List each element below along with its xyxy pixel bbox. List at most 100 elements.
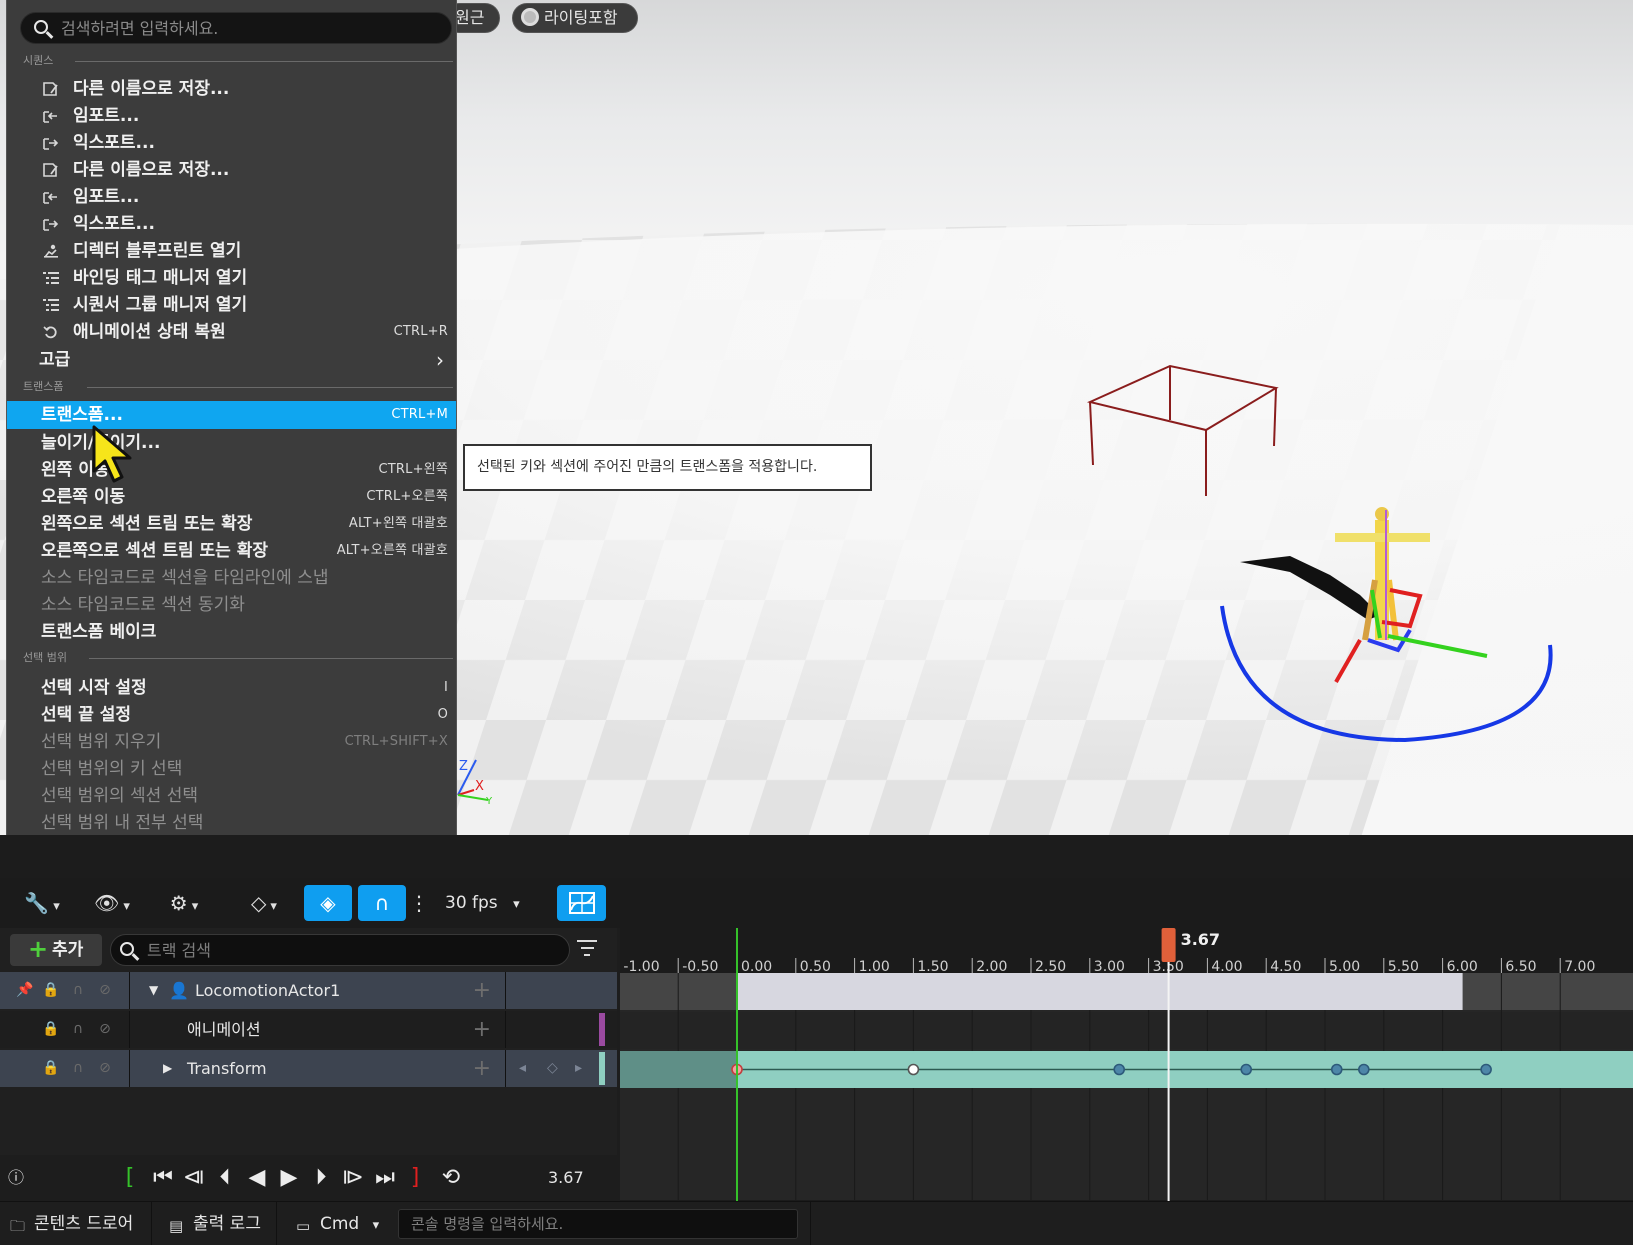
menu-item-label: 고급: [39, 350, 71, 370]
chevron-down-icon: ▾: [513, 897, 520, 912]
playback-options-dropdown[interactable]: ⚙ ▾: [158, 885, 210, 921]
play-reverse-icon[interactable]: ◀: [244, 1163, 270, 1193]
current-time-display[interactable]: 3.67: [548, 1155, 584, 1201]
menu-item-import[interactable]: 임포트...: [7, 102, 456, 130]
playback-end-marker-icon[interactable]: ]: [406, 1163, 424, 1193]
track-row-transform[interactable]: 🔒 ∩ ⊘ ▶ Transform + ◂ ◇ ▸: [0, 1050, 617, 1087]
add-section-plus-icon[interactable]: +: [473, 1050, 491, 1087]
add-key-icon[interactable]: ◇: [547, 1050, 558, 1087]
auto-key-toggle[interactable]: ◈: [304, 885, 352, 921]
pin-icon[interactable]: 📌: [16, 982, 33, 998]
fps-selector[interactable]: 30 fps ▾: [445, 885, 520, 921]
previous-key-icon[interactable]: ◂: [519, 1050, 526, 1087]
mouse-cursor-icon: [92, 425, 132, 483]
menu-item-label: 소스 타임코드로 섹션을 타임라인에 스냅: [41, 568, 329, 588]
solo-icon[interactable]: ∩: [70, 982, 86, 998]
add-section-plus-icon[interactable]: +: [473, 1011, 491, 1048]
next-key-icon[interactable]: ⧐: [340, 1163, 366, 1193]
menu-item-trim-extend-left[interactable]: 왼쪽으로 섹션 트림 또는 확장 ALT+왼쪽 대괄호: [7, 510, 456, 538]
solo-icon[interactable]: ∩: [70, 1060, 86, 1076]
snap-toggle[interactable]: ∩: [358, 885, 406, 921]
statusbar-divider: [810, 1202, 811, 1245]
timeline-area[interactable]: -1.00-1.00-0.50-0.500.000.000.500.501.00…: [620, 928, 1633, 1245]
playhead-time-label: 3.67: [1181, 930, 1220, 949]
expand-chevron-icon[interactable]: ▶: [163, 1050, 172, 1087]
menu-item-set-selection-end[interactable]: 선택 끝 설정 O: [7, 701, 456, 729]
menu-search-input[interactable]: [61, 16, 441, 40]
chevron-down-icon: ▾: [270, 899, 277, 914]
menu-item-export-2[interactable]: 익스포트...: [7, 210, 456, 238]
mute-icon[interactable]: ⊘: [97, 982, 113, 998]
solo-icon[interactable]: ∩: [70, 1021, 86, 1037]
menu-item-open-binding-tag-manager[interactable]: 바인딩 태그 매니저 열기: [7, 264, 456, 292]
menu-item-restore-animation-state[interactable]: 애니메이션 상태 복원 CTRL+R: [7, 318, 456, 346]
more-vertical-icon: ⋮: [409, 891, 429, 915]
content-drawer-button[interactable]: 🗀 콘텐츠 드로어: [0, 1202, 152, 1245]
jump-to-start-icon[interactable]: ⏮: [150, 1163, 176, 1193]
menu-item-trim-extend-right[interactable]: 오른쪽으로 섹션 트림 또는 확장 ALT+오른쪽 대괄호: [7, 537, 456, 565]
track-color-tag: [599, 1013, 605, 1046]
log-icon: ▤: [169, 1217, 184, 1235]
track-color-tag: [599, 1052, 605, 1085]
actor-icon: 👤: [169, 981, 189, 1000]
menu-item-label: 선택 범위 지우기: [41, 732, 162, 752]
view-options-dropdown[interactable]: 👁 ▾: [86, 885, 138, 921]
console-command-box[interactable]: [398, 1209, 798, 1239]
key-options-dropdown[interactable]: ◇ ▾: [238, 885, 290, 921]
info-icon[interactable]: ⓘ: [6, 1163, 26, 1193]
menu-item-import-2[interactable]: 임포트...: [7, 183, 456, 211]
ruler-tick-label: -0.50: [682, 959, 718, 975]
menu-item-set-selection-start[interactable]: 선택 시작 설정 I: [7, 674, 456, 702]
track-search-box[interactable]: [110, 934, 570, 966]
menu-item-open-director-blueprint[interactable]: 디렉터 블루프린트 열기: [7, 237, 456, 265]
jump-to-end-icon[interactable]: ⏭: [372, 1163, 398, 1193]
step-forward-icon[interactable]: ⏵: [308, 1163, 334, 1193]
expand-chevron-icon[interactable]: ▼: [149, 972, 158, 1009]
more-options-button[interactable]: ⋮: [409, 885, 429, 921]
lock-icon[interactable]: 🔒: [42, 1021, 59, 1037]
track-row-actor[interactable]: 📌 🔒 ∩ ⊘ ▼ 👤 LocomotionActor1 +: [0, 972, 617, 1009]
actor-section-bar: [737, 973, 1463, 1010]
mute-icon[interactable]: ⊘: [97, 1021, 113, 1037]
lock-icon[interactable]: 🔒: [42, 982, 59, 998]
track-name-cell: 애니메이션 +: [131, 1011, 506, 1048]
tools-dropdown[interactable]: 🔧 ▾: [18, 885, 66, 921]
console-command-input[interactable]: [411, 1213, 786, 1235]
menu-search-box[interactable]: [20, 12, 452, 44]
add-track-button[interactable]: + 추가: [10, 934, 102, 966]
curve-editor-button[interactable]: [557, 885, 606, 921]
menu-item-open-group-manager[interactable]: 시퀀서 그룹 매니저 열기: [7, 291, 456, 319]
previous-key-icon[interactable]: ⧏: [181, 1163, 207, 1193]
menu-item-save-as-2[interactable]: 다른 이름으로 저장...: [7, 156, 456, 184]
cmd-dropdown[interactable]: ▭ Cmd ▾: [278, 1202, 390, 1245]
menu-item-export[interactable]: 익스포트...: [7, 129, 456, 157]
menu-item-shortcut: CTRL+M: [391, 407, 448, 422]
track-name: LocomotionActor1: [195, 981, 341, 1000]
transform-key: [1358, 1063, 1370, 1076]
ruler-tick-label: 7.00: [1564, 959, 1595, 975]
playback-start-marker-icon[interactable]: [: [120, 1163, 140, 1193]
perspective-label: 원근: [455, 8, 485, 27]
step-back-icon[interactable]: ⏴: [212, 1163, 238, 1193]
add-subtrack-plus-icon[interactable]: +: [473, 972, 491, 1009]
lock-icon[interactable]: 🔒: [42, 1060, 59, 1076]
loop-icon[interactable]: ⟲: [434, 1163, 468, 1193]
filter-icon[interactable]: [577, 940, 597, 958]
view-mode-label: 라이팅포함: [544, 8, 618, 27]
menu-item-move-left[interactable]: 왼쪽 이동 CTRL+왼쪽: [7, 456, 456, 484]
menu-item-stretch-shrink[interactable]: 늘이기/줄이기...: [7, 429, 456, 457]
track-search-input[interactable]: [147, 939, 547, 961]
track-outliner: + 추가 📌 🔒 ∩ ⊘ ▼: [0, 928, 617, 1160]
menu-item-bake-transform[interactable]: 트랜스폼 베이크: [7, 618, 456, 646]
view-mode-button[interactable]: 라이팅포함: [512, 3, 638, 33]
cmd-label: Cmd: [320, 1214, 360, 1234]
menu-item-save-as[interactable]: 다른 이름으로 저장...: [7, 75, 456, 103]
menu-item-move-right[interactable]: 오른쪽 이동 CTRL+오른쪽: [7, 483, 456, 511]
mute-icon[interactable]: ⊘: [97, 1060, 113, 1076]
play-icon[interactable]: ▶: [276, 1163, 302, 1193]
output-log-button[interactable]: ▤ 출력 로그: [153, 1202, 277, 1245]
menu-item-transform[interactable]: 트랜스폼... CTRL+M: [7, 401, 456, 429]
track-row-animation[interactable]: 🔒 ∩ ⊘ 애니메이션 +: [0, 1011, 617, 1048]
menu-item-advanced-submenu[interactable]: 고급 ›: [7, 346, 456, 374]
next-key-icon[interactable]: ▸: [575, 1050, 582, 1087]
